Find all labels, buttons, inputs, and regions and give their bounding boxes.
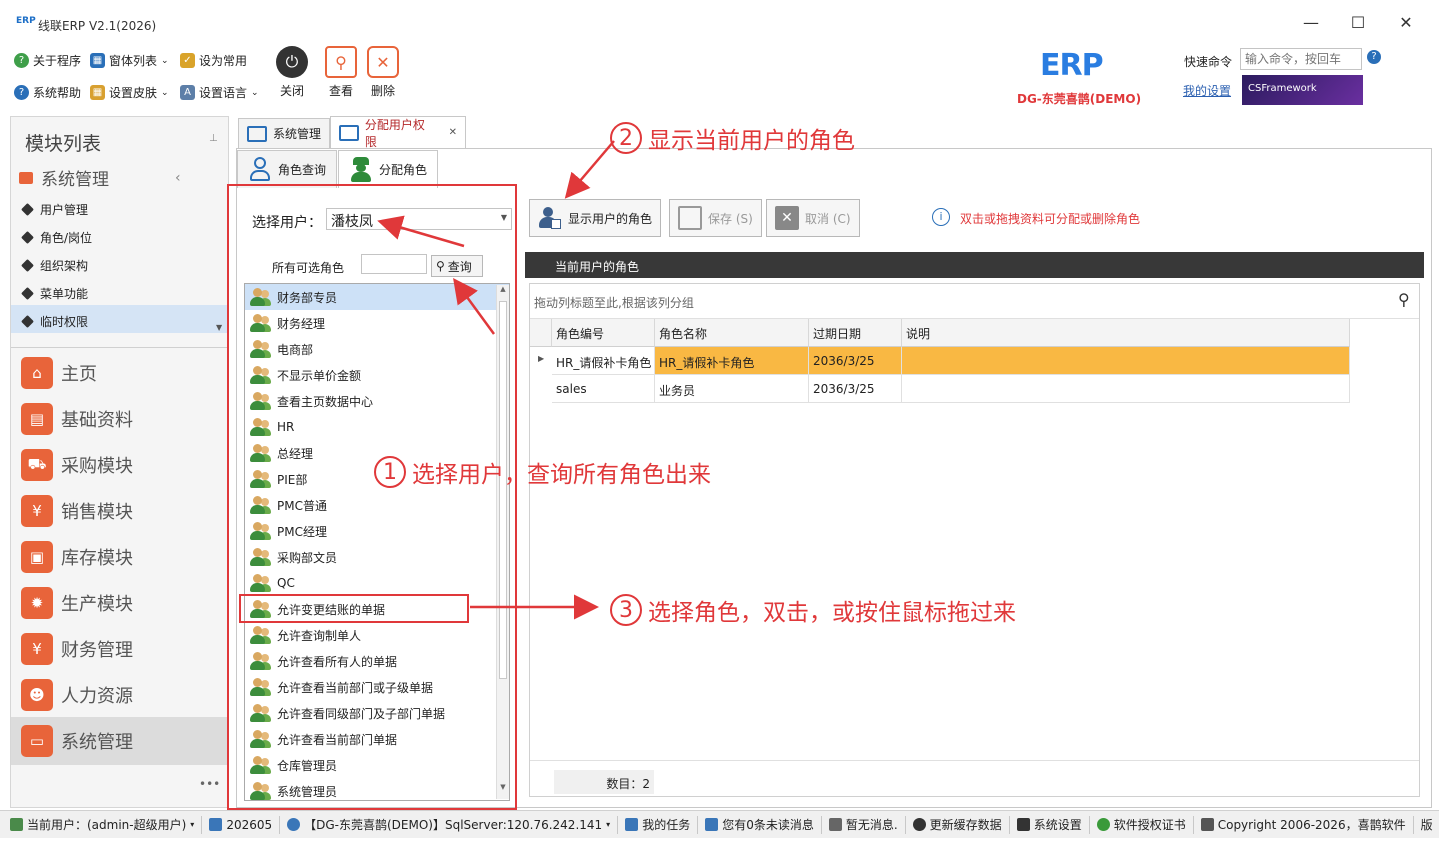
calendar-icon: [209, 818, 223, 831]
status-license[interactable]: 软件授权证书: [1090, 815, 1194, 834]
status-database[interactable]: 【DG-东莞喜鹊(DEMO)】SqlServer:120.76.242.141 ▾: [280, 815, 619, 834]
status-messages[interactable]: 您有0条未读消息: [698, 815, 822, 834]
task-icon: [625, 818, 639, 831]
status-period: 202605: [202, 815, 281, 834]
status-current-user[interactable]: 当前用户：(admin-超级用户) ▾: [0, 815, 203, 834]
database-icon: [287, 818, 301, 831]
user-icon: [10, 818, 23, 831]
arrow-to-search: [453, 277, 496, 335]
status-version: 版: [1420, 818, 1433, 832]
status-system-settings[interactable]: 系统设置: [1010, 815, 1090, 834]
arrow-to-show-roles: [564, 140, 615, 199]
status-bar: 当前用户：(admin-超级用户) ▾ 202605 【DG-东莞喜鹊(DEMO)…: [0, 810, 1439, 838]
cube-icon: [1200, 818, 1214, 831]
status-my-tasks[interactable]: 我的任务: [618, 815, 699, 834]
license-icon: [1096, 818, 1110, 831]
status-notice[interactable]: 暂无消息.: [822, 815, 906, 834]
status-copyright: Copyright 2006-2026，喜鹊软件: [1194, 815, 1414, 834]
status-refresh-cache[interactable]: 更新缓存数据: [906, 815, 1010, 834]
speaker-icon: [828, 818, 842, 831]
tools-icon: [1016, 818, 1030, 831]
arrow-to-user-select: [377, 215, 465, 248]
refresh-icon: [912, 818, 926, 831]
message-icon: [705, 818, 719, 831]
annotation-arrows: [377, 140, 615, 620]
